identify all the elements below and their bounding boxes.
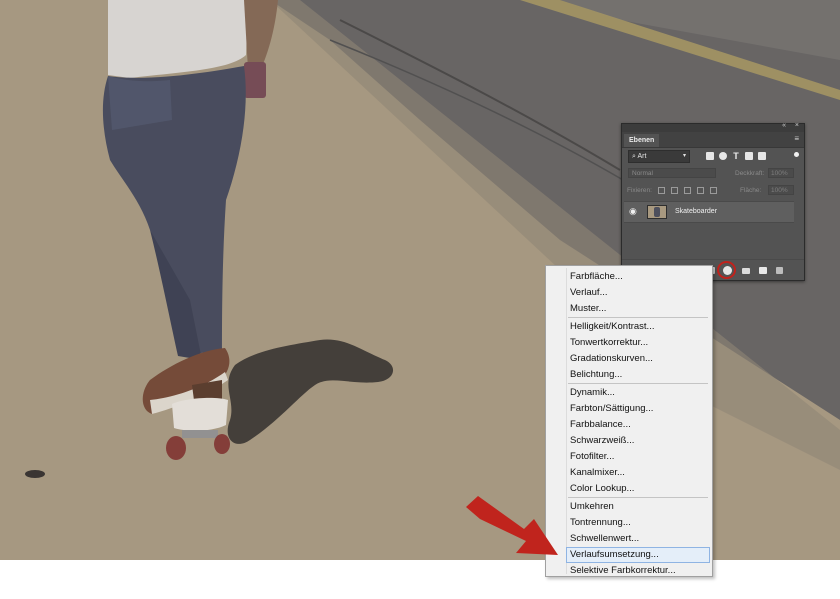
menu-item[interactable]: Farbbalance... (568, 417, 710, 433)
lock-position-icon[interactable] (684, 187, 691, 194)
filter-toggle-icon[interactable] (794, 152, 799, 157)
red-arrow-icon (466, 496, 558, 555)
lock-transparency-icon[interactable] (658, 187, 665, 194)
menu-item[interactable]: Verlauf... (568, 285, 710, 301)
lock-pixels-icon[interactable] (671, 187, 678, 194)
tab-ebenen[interactable]: Ebenen (624, 134, 660, 147)
folder-icon[interactable] (742, 268, 750, 274)
panel-titlebar: « × (622, 122, 804, 132)
type-filter-icon[interactable]: T (732, 152, 740, 161)
search-icon: ⌕ (632, 153, 636, 160)
lock-artboard-icon[interactable] (697, 187, 704, 194)
collapse-icon[interactable]: « (782, 122, 786, 129)
menu-item[interactable]: Kanalmixer... (568, 465, 710, 481)
menu-item[interactable]: Schwarzweiß... (568, 433, 710, 449)
smart-object-filter-icon[interactable] (758, 152, 766, 160)
adjustment-menu: Farbfläche... Verlauf... Muster... Helligke… (545, 265, 713, 577)
adjustment-highlight-circle (717, 261, 736, 279)
lock-all-icon[interactable] (710, 187, 717, 194)
lock-label: Fixieren: (627, 187, 652, 194)
filter-row: ⌕ Art ▾ T (626, 150, 800, 163)
menu-item[interactable]: Farbfläche... (568, 269, 710, 285)
panel-tab-row: Ebenen ≡ (622, 132, 804, 148)
new-layer-icon[interactable] (759, 267, 767, 274)
menu-item[interactable]: Selektive Farbkorrektur... (568, 563, 710, 579)
menu-item[interactable]: Tontrennung... (568, 515, 710, 531)
menu-gutter (566, 268, 567, 574)
menu-item[interactable]: Color Lookup... (568, 481, 710, 497)
filter-icons: T (706, 150, 766, 162)
menu-item[interactable]: Farbton/Sättigung... (568, 401, 710, 417)
lock-icons (658, 187, 717, 194)
panel-menu-icon[interactable]: ≡ (794, 135, 799, 143)
fill-field[interactable]: 100% (768, 185, 794, 195)
adjustment-filter-icon[interactable] (719, 152, 727, 160)
chevron-down-icon: ▾ (682, 153, 686, 159)
menu-separator (568, 497, 708, 498)
eye-icon[interactable]: ◉ (629, 207, 638, 216)
layer-thumbnail (647, 205, 667, 219)
menu-item[interactable]: Helligkeit/Kontrast... (568, 319, 710, 335)
menu-item[interactable]: Gradationskurven... (568, 351, 710, 367)
pixel-filter-icon[interactable] (706, 152, 714, 160)
menu-item[interactable]: Tonwertkorrektur... (568, 335, 710, 351)
shape-filter-icon[interactable] (745, 152, 753, 160)
menu-item[interactable]: Fotofilter... (568, 449, 710, 465)
menu-item[interactable]: Umkehren (568, 499, 710, 515)
lock-row: Fixieren: Fläche: 100% (626, 185, 800, 197)
menu-separator (568, 317, 708, 318)
menu-item[interactable]: Verlaufsumsetzung... (566, 547, 710, 563)
menu-item[interactable]: Schwellenwert... (568, 531, 710, 547)
close-icon[interactable]: × (795, 122, 799, 129)
blend-mode-select[interactable]: Normal (628, 168, 716, 178)
trash-icon[interactable] (776, 267, 783, 274)
arrow-shape (466, 496, 558, 555)
menu-separator (568, 383, 708, 384)
opacity-field[interactable]: 100% (768, 168, 794, 178)
menu-item[interactable]: Dynamik... (568, 385, 710, 401)
filter-type-select[interactable]: ⌕ Art ▾ (628, 150, 690, 163)
fill-label: Fläche: (740, 187, 762, 194)
menu-item[interactable]: Muster... (568, 301, 710, 317)
layers-panel: « × Ebenen ≡ ⌕ Art ▾ T Normal Deckkraft:… (621, 122, 805, 281)
filter-type-value: Art (637, 153, 647, 160)
layer-name: Skateboarder (675, 208, 718, 215)
blend-row: Normal Deckkraft: 100% (626, 168, 800, 180)
menu-item[interactable]: Belichtung... (568, 367, 710, 383)
opacity-label: Deckkraft: (735, 170, 765, 177)
layer-row-skateboarder[interactable]: ◉ Skateboarder (624, 201, 794, 223)
